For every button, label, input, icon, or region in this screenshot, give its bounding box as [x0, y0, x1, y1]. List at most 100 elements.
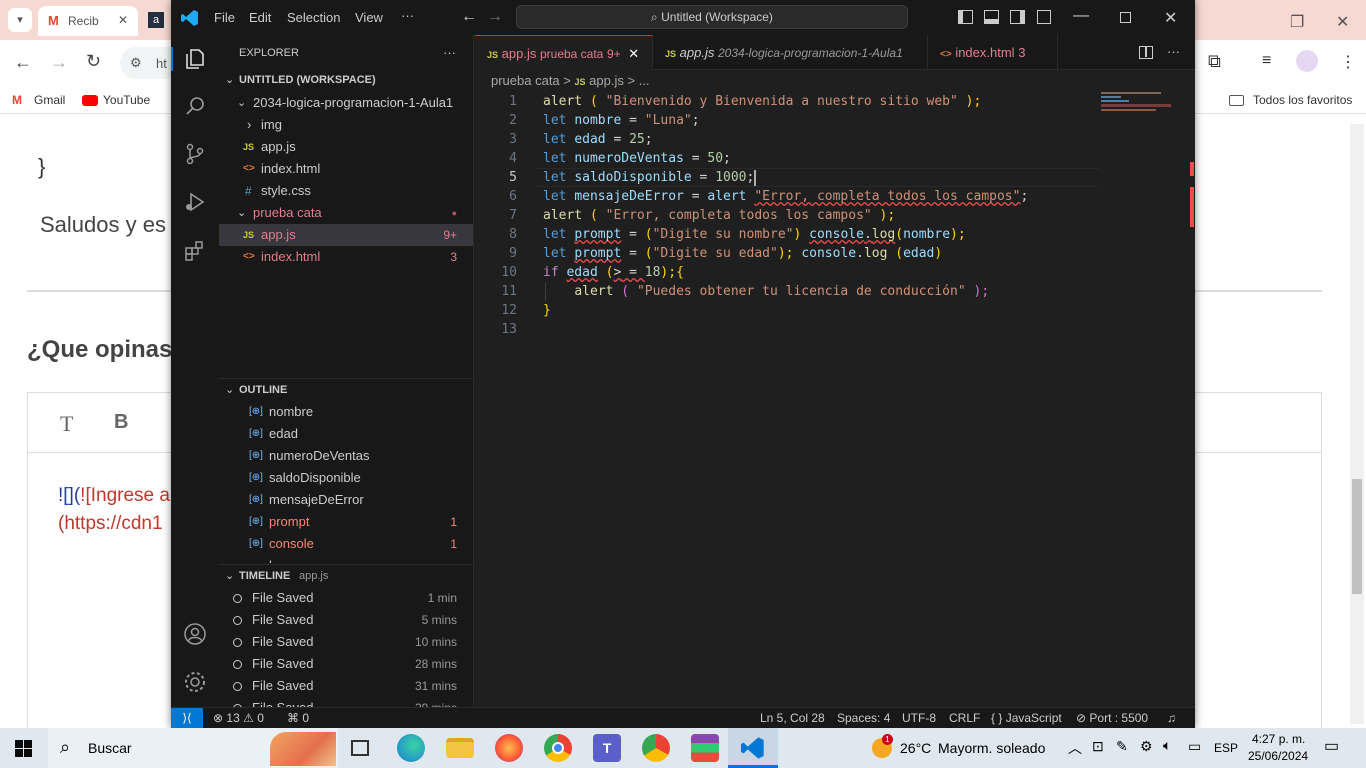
bookmark-youtube[interactable]: YouTube — [103, 93, 150, 107]
close-icon[interactable]: ✕ — [118, 13, 128, 27]
gear-icon[interactable] — [183, 670, 207, 694]
tree-item-folder-aula1[interactable]: ⌄ 2034-logica-programacion-1-Aula1 — [219, 92, 473, 114]
pen-icon[interactable]: ✎ — [1116, 738, 1128, 755]
tree-item-folder-img[interactable]: › img — [219, 114, 473, 136]
source-control-icon[interactable] — [183, 142, 207, 166]
file-explorer-icon[interactable] — [446, 738, 474, 758]
accounts-icon[interactable] — [183, 622, 207, 646]
outline-item[interactable]: [⊕] mensajeDeError — [219, 489, 473, 511]
outline-item[interactable]: log — [219, 555, 473, 563]
encoding[interactable]: UTF-8 — [902, 708, 936, 728]
chrome-tab-gmail[interactable]: M Recib ✕ — [38, 6, 138, 36]
outline-item[interactable]: [⊕] nombre — [219, 401, 473, 423]
notification-center-icon[interactable]: ▭ — [1324, 736, 1339, 756]
menu-selection[interactable]: Selection — [287, 10, 340, 25]
timeline-item[interactable]: File Saved 31 mins — [219, 675, 473, 697]
menu-file[interactable]: File — [214, 10, 235, 25]
chrome-menu-icon[interactable]: ⋮ — [1340, 52, 1356, 72]
outline-item[interactable]: [⊕] edad — [219, 423, 473, 445]
tree-item-file-indexhtml-2[interactable]: <> index.html 3 — [219, 246, 473, 268]
restore-icon[interactable]: ❐ — [1290, 12, 1304, 32]
minimize-icon[interactable]: — — [1073, 7, 1089, 25]
menu-more[interactable]: ··· — [401, 8, 414, 23]
task-view-icon[interactable] — [351, 740, 369, 756]
ports-status[interactable]: ⌘ 0 — [287, 708, 309, 728]
customize-layout-icon[interactable] — [1037, 10, 1051, 24]
outline-item[interactable]: [⊕] numeroDeVentas — [219, 445, 473, 467]
outline-item[interactable]: [⊕] saldoDisponible — [219, 467, 473, 489]
language-indicator[interactable]: ESP — [1214, 741, 1238, 755]
winrar-icon[interactable] — [691, 734, 719, 762]
timeline-item[interactable]: File Saved 28 mins — [219, 653, 473, 675]
firefox-icon[interactable] — [495, 734, 523, 762]
timeline-item[interactable]: File Saved 5 mins — [219, 609, 473, 631]
show-hidden-icons[interactable]: ︿ — [1068, 738, 1082, 758]
nav-forward-icon[interactable]: → — [487, 8, 503, 26]
nav-back-icon[interactable]: ← — [461, 8, 477, 26]
windows-start-icon[interactable] — [15, 740, 32, 757]
forward-icon[interactable]: → — [50, 52, 68, 73]
remote-button[interactable]: ⟩⟨ — [171, 708, 203, 728]
teams-icon[interactable]: T — [593, 734, 621, 762]
tab-search-button[interactable]: ▾ — [8, 8, 32, 32]
run-debug-icon[interactable] — [183, 190, 207, 214]
edge-icon[interactable] — [397, 734, 425, 762]
workspace-header[interactable]: ⌄ UNTITLED (WORKSPACE) — [219, 69, 473, 91]
clock-time[interactable]: 4:27 p. m. — [1252, 732, 1305, 746]
problems-status[interactable]: ⊗ 13 ⚠ 0 — [213, 708, 264, 728]
chrome-icon[interactable] — [544, 734, 572, 762]
toggle-sidebar-icon[interactable] — [958, 10, 973, 24]
extensions-icon[interactable]: ⧉ — [1208, 51, 1221, 72]
profile-avatar[interactable] — [1296, 50, 1318, 72]
timeline-header[interactable]: ⌄ TIMELINE app.js — [219, 565, 473, 587]
bookmark-all-favorites[interactable]: Todos los favoritos — [1253, 93, 1352, 107]
explorer-more-icon[interactable]: ··· — [443, 45, 456, 60]
breadcrumb-folder[interactable]: prueba cata — [491, 73, 560, 88]
meet-now-icon[interactable]: ⊡ — [1092, 738, 1104, 755]
scrollbar-thumb[interactable] — [1352, 479, 1362, 594]
vscode-taskbar-button[interactable] — [728, 728, 778, 768]
tree-item-file-indexhtml[interactable]: <> index.html — [219, 158, 473, 180]
weather-widget[interactable]: 1 26°C Mayorm. soleado — [866, 728, 1051, 768]
close-window-icon[interactable]: ✕ — [1336, 12, 1349, 32]
tree-item-file-appjs-selected[interactable]: JS app.js 9+ — [219, 224, 473, 246]
tab-appjs-prueba-cata[interactable]: JS app.js prueba cata 9+ ✕ — [475, 35, 653, 70]
menu-view[interactable]: View — [355, 10, 383, 25]
page-scrollbar[interactable] — [1350, 124, 1364, 724]
tree-item-folder-prueba-cata[interactable]: ⌄ prueba cata ● — [219, 202, 473, 224]
clock-date[interactable]: 25/06/2024 — [1248, 749, 1308, 763]
toggle-secondary-sidebar-icon[interactable] — [1010, 10, 1025, 24]
cursor-position[interactable]: Ln 5, Col 28 — [760, 708, 825, 728]
editor-more-icon[interactable]: ··· — [1167, 44, 1180, 59]
language-mode[interactable]: { } JavaScript — [991, 708, 1062, 728]
battery-icon[interactable]: ▭ — [1188, 738, 1201, 755]
timeline-item[interactable]: File Saved 39 mins — [219, 697, 473, 707]
text-style-button[interactable]: T — [60, 411, 73, 437]
chrome-profile-icon[interactable] — [642, 734, 670, 762]
notifications-bell-icon[interactable]: ♫ — [1167, 708, 1176, 728]
toggle-panel-icon[interactable] — [984, 10, 999, 24]
explorer-icon[interactable] — [183, 47, 207, 71]
tree-item-file-stylecss[interactable]: # style.css — [219, 180, 473, 202]
tab-appjs-aula1[interactable]: JS app.js 2034-logica-programacion-1-Aul… — [653, 35, 928, 70]
bookmark-gmail[interactable]: Gmail — [34, 93, 65, 107]
timeline-item[interactable]: File Saved 10 mins — [219, 631, 473, 653]
close-window-icon[interactable]: ✕ — [1164, 8, 1177, 28]
bold-button[interactable]: B — [114, 411, 128, 434]
outline-item[interactable]: [⊕] console 1 — [219, 533, 473, 555]
breadcrumb-file[interactable]: app.js — [589, 73, 624, 88]
extensions-icon[interactable] — [183, 239, 207, 263]
outline-header[interactable]: ⌄ OUTLINE — [219, 379, 473, 401]
menu-edit[interactable]: Edit — [249, 10, 271, 25]
tree-item-file-appjs[interactable]: JS app.js — [219, 136, 473, 158]
volume-icon[interactable]: 🔈︎ — [1163, 737, 1171, 754]
network-icon[interactable]: ⚙ — [1140, 738, 1153, 755]
tab-indexhtml[interactable]: <> index.html 3 — [928, 35, 1058, 70]
back-icon[interactable]: ← — [14, 52, 32, 73]
amazon-tab-icon[interactable]: a — [148, 12, 164, 28]
close-icon[interactable]: ✕ — [628, 46, 639, 61]
command-center[interactable]: ⌕ Untitled (Workspace) — [516, 5, 908, 29]
code-editor[interactable]: 1 2 3 4 5 6 7 8 9 10 11 12 13 alert ( "B… — [475, 92, 1195, 707]
indentation[interactable]: Spaces: 4 — [837, 708, 890, 728]
split-editor-icon[interactable] — [1139, 46, 1153, 59]
